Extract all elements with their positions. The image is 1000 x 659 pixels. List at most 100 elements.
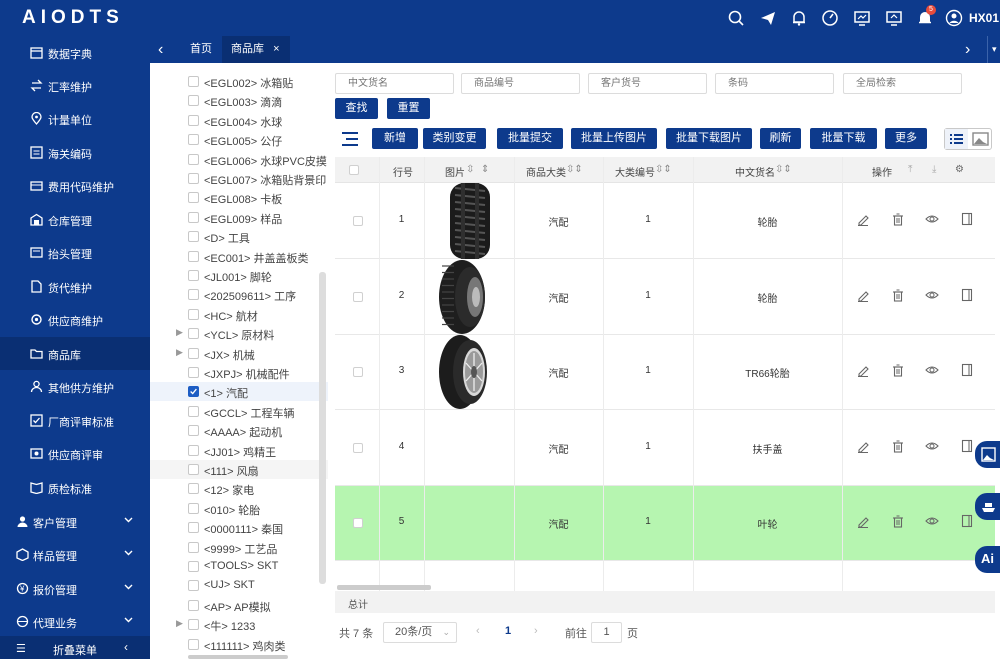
sidebar-item[interactable]: 货代维护 <box>0 270 150 303</box>
tree-node[interactable]: <EC001> 井盖盖板类 <box>150 247 328 266</box>
tree-checkbox[interactable] <box>188 211 199 223</box>
table-row[interactable]: 2 汽配 1 轮胎 <box>335 259 995 335</box>
customer-no-input[interactable] <box>588 73 707 94</box>
edit-sort-icon[interactable]: ⇳⇕ <box>655 164 672 175</box>
close-icon[interactable]: × <box>273 43 279 55</box>
sidebar-item[interactable]: 仓库管理 <box>0 203 150 236</box>
delete-icon[interactable] <box>891 514 905 528</box>
tree-checkbox[interactable] <box>188 541 199 553</box>
view-icon[interactable] <box>925 514 939 528</box>
tree-node[interactable]: <EGL002> 冰箱贴 <box>150 72 328 91</box>
sidebar-item[interactable]: 数据字典 <box>0 36 150 69</box>
expand-arrow-icon[interactable]: ▶ <box>176 327 183 338</box>
tree-node[interactable]: <010> 轮胎 <box>150 499 328 518</box>
detail-panel-icon[interactable] <box>960 212 974 226</box>
collapse-menu[interactable]: ☰ 折叠菜单 ‹ <box>0 636 150 659</box>
product-name-input[interactable] <box>335 73 454 94</box>
tree-checkbox[interactable] <box>188 599 199 611</box>
edit-sort-icon[interactable]: ⇳⇕ <box>775 164 792 175</box>
tree-checkbox[interactable] <box>188 580 199 592</box>
tree-checkbox[interactable] <box>188 308 199 320</box>
tree-checkbox[interactable] <box>188 173 199 184</box>
tree-horizontal-scrollbar[interactable] <box>188 655 288 659</box>
edit-sort-icon[interactable]: ⇳ <box>466 164 474 175</box>
detail-panel-icon[interactable] <box>960 514 974 528</box>
delete-icon[interactable] <box>891 363 905 377</box>
tree-checkbox[interactable] <box>188 347 199 359</box>
view-icon[interactable] <box>925 288 939 302</box>
ai-float-button[interactable]: Ai <box>975 546 1000 573</box>
product-no-input[interactable] <box>461 73 580 94</box>
next-page-icon[interactable]: › <box>534 625 538 637</box>
sidebar-item[interactable]: 费用代码维护 <box>0 169 150 202</box>
header-image[interactable]: 图片 <box>445 164 465 179</box>
user-name[interactable]: HX01 <box>969 11 999 25</box>
tree-node[interactable]: <12> 家电 <box>150 479 328 498</box>
tree-node[interactable]: <EGL008> 卡板 <box>150 188 328 207</box>
tree-node[interactable]: <202509611> 工序 <box>150 285 328 304</box>
global-search-input[interactable] <box>843 73 962 94</box>
sidebar-group[interactable]: 客户管理 <box>0 505 150 538</box>
edit-icon[interactable] <box>856 439 870 453</box>
ship-float-button[interactable] <box>975 493 1000 520</box>
batch-upload-image-button[interactable]: 批量上传图片 <box>571 128 657 149</box>
sidebar-item[interactable]: 汇率维护 <box>0 69 150 102</box>
tree-node[interactable]: <JL001> 脚轮 <box>150 266 328 285</box>
delete-icon[interactable] <box>891 288 905 302</box>
tree-node[interactable]: ▶ <JX> 机械 <box>150 344 328 363</box>
tree-checkbox[interactable] <box>188 134 199 146</box>
tree-checkbox[interactable] <box>188 76 199 87</box>
tree-node[interactable]: <EGL004> 水球 <box>150 111 328 130</box>
table-row[interactable]: 4 汽配 1 扶手盖 <box>335 411 995 486</box>
user-avatar-icon[interactable] <box>945 9 963 27</box>
tree-node[interactable]: <JXPJ> 机械配件 <box>150 363 328 382</box>
tree-node[interactable]: <GCCL> 工程车辆 <box>150 402 328 421</box>
dashboard-icon[interactable] <box>821 9 839 27</box>
tree-node[interactable]: <EGL006> 水球PVC皮摸 <box>150 150 328 169</box>
view-icon[interactable] <box>925 363 939 377</box>
detail-panel-icon[interactable] <box>960 288 974 302</box>
tree-node[interactable]: <EGL007> 冰箱贴背景印 <box>150 169 328 188</box>
tree-checkbox[interactable] <box>188 561 199 572</box>
row-checkbox[interactable] <box>353 216 363 226</box>
tree-checkbox[interactable] <box>188 114 199 126</box>
table-row[interactable]: 3 汽配 1 TR66轮胎 <box>335 335 995 410</box>
sidebar-item[interactable]: 供应商评审 <box>0 437 150 470</box>
tab-dropdown-icon[interactable]: ▾ <box>992 36 997 63</box>
tree-checkbox[interactable] <box>188 425 199 437</box>
select-all-checkbox[interactable] <box>349 165 359 175</box>
tire-image[interactable] <box>447 182 493 260</box>
detail-panel-icon[interactable] <box>960 363 974 377</box>
tree-node[interactable]: <AP> AP模拟 <box>150 596 328 615</box>
tree-node[interactable]: <EGL003> 滴滴 <box>150 91 328 110</box>
tab-next-icon[interactable]: › <box>965 36 970 63</box>
tree-node[interactable]: <111> 风扇 <box>150 460 328 479</box>
tree-checkbox[interactable] <box>188 95 199 107</box>
pin-up-icon[interactable]: ⤒ <box>908 164 912 175</box>
tree-node[interactable]: <9999> 工艺品 <box>150 538 328 557</box>
sidebar-item[interactable]: 质检标准 <box>0 471 150 504</box>
tree-checkbox[interactable] <box>188 405 199 417</box>
sidebar-item[interactable]: 供应商维护 <box>0 303 150 336</box>
sidebar-item[interactable]: 海关编码 <box>0 136 150 169</box>
reset-button[interactable]: 重置 <box>387 98 430 119</box>
change-category-button[interactable]: 类别变更 <box>423 128 486 149</box>
view-icon[interactable] <box>925 439 939 453</box>
tab-home[interactable]: 首页 <box>190 36 212 63</box>
table-row[interactable]: 5 汽配 1 叶轮 <box>335 486 995 561</box>
sidebar-group[interactable]: ¥ 报价管理 <box>0 572 150 605</box>
refresh-button[interactable]: 刷新 <box>760 128 801 149</box>
goto-input[interactable]: 1 <box>591 622 622 643</box>
page-size-select[interactable]: 20条/页 ⌄ <box>383 622 457 643</box>
more-button[interactable]: 更多 <box>885 128 927 149</box>
prev-page-icon[interactable]: ‹ <box>476 625 480 637</box>
batch-download-button[interactable]: 批量下载 <box>810 128 877 149</box>
expand-arrow-icon[interactable]: ▶ <box>176 347 183 358</box>
sidebar-item[interactable]: 其他供方维护 <box>0 370 150 403</box>
settings-icon[interactable]: ⚙ <box>955 164 964 175</box>
sort-icon[interactable]: ⇕ <box>481 164 489 175</box>
tree-checkbox[interactable] <box>188 386 199 398</box>
bell-icon[interactable] <box>790 9 808 27</box>
row-checkbox[interactable] <box>353 367 363 377</box>
tree-node[interactable]: <EGL009> 样品 <box>150 208 328 227</box>
